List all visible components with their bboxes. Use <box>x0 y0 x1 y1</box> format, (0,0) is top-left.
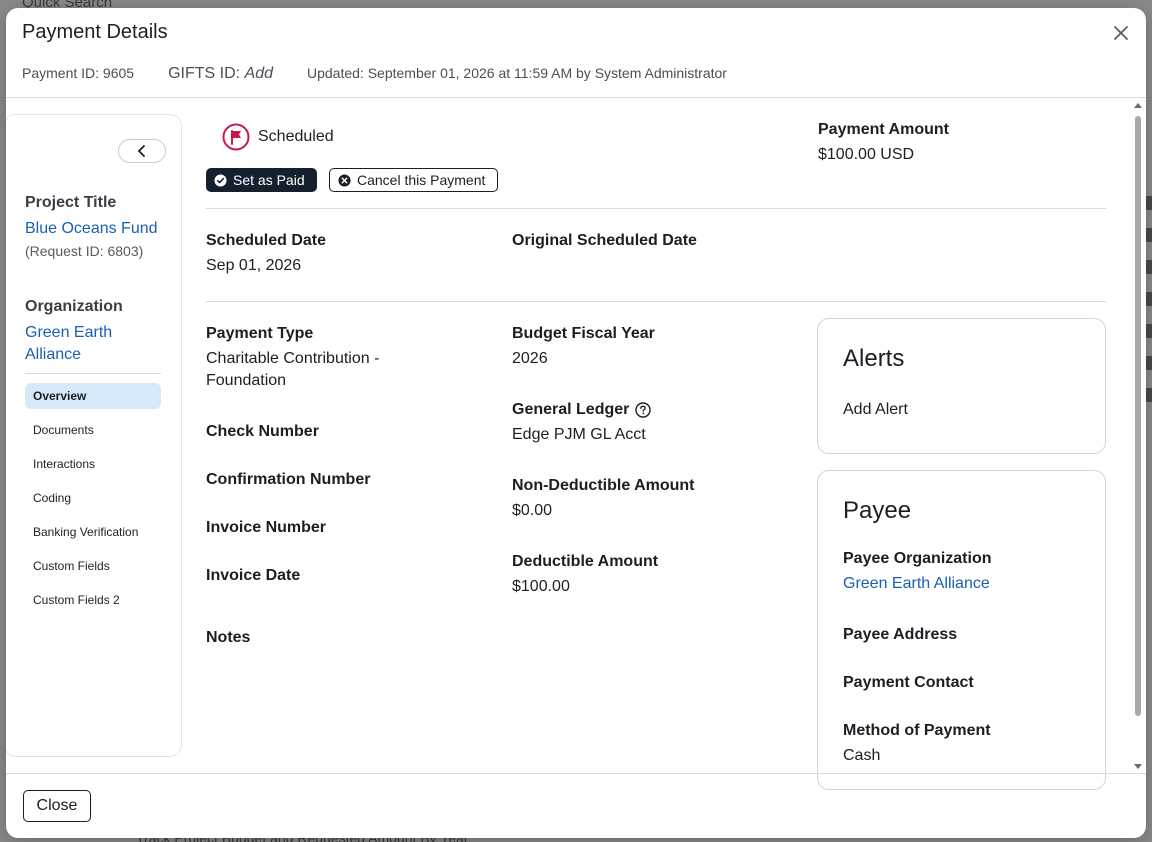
gifts-id: GIFTS ID: Add <box>168 65 273 83</box>
budget-fiscal-year-label: Budget Fiscal Year <box>512 325 655 342</box>
gifts-id-label: GIFTS ID: <box>168 65 241 82</box>
status-text: Scheduled <box>258 128 334 145</box>
sidebar-divider <box>25 373 161 374</box>
non-deductible-amount-label: Non-Deductible Amount <box>512 477 695 494</box>
updated-info: Updated: September 01, 2026 at 11:59 AM … <box>306 65 727 81</box>
alerts-title: Alerts <box>843 345 905 372</box>
background-fragment <box>1146 228 1152 242</box>
scheduled-date-value: Sep 01, 2026 <box>206 257 302 274</box>
check-number-label: Check Number <box>206 423 319 440</box>
sidebar-item-coding[interactable]: Coding <box>25 485 161 511</box>
original-scheduled-date-label: Original Scheduled Date <box>512 232 697 249</box>
x-circle-icon <box>338 173 351 187</box>
set-as-paid-label: Set as Paid <box>233 172 305 188</box>
sidebar: Project Title Blue Oceans Fund (Request … <box>6 114 182 757</box>
sidebar-item-banking-verification[interactable]: Banking Verification <box>25 519 161 545</box>
sidebar-item-overview[interactable]: Overview <box>25 383 161 409</box>
background-fragment <box>1146 196 1152 210</box>
content-scrollbar[interactable] <box>1132 100 1144 772</box>
invoice-number-label: Invoice Number <box>206 519 327 536</box>
general-ledger-field: General Ledger <box>512 401 652 419</box>
background-fragment <box>1146 388 1152 402</box>
cancel-payment-label: Cancel this Payment <box>357 172 486 188</box>
payee-title: Payee <box>843 497 912 524</box>
confirmation-number-label: Confirmation Number <box>206 471 371 488</box>
set-as-paid-button[interactable]: Set as Paid <box>206 168 317 192</box>
modal-title: Payment Details <box>22 21 168 43</box>
close-button[interactable]: Close <box>23 790 91 822</box>
gifts-id-add-link[interactable]: Add <box>245 65 273 82</box>
deductible-amount-value: $100.00 <box>512 578 570 595</box>
notes-label: Notes <box>206 629 251 646</box>
project-info: Blue Oceans Fund (Request ID: 6803) <box>25 218 165 263</box>
close-icon[interactable] <box>1112 24 1130 42</box>
payment-details-modal: Payment Details Payment ID: 9605 GIFTS I… <box>6 8 1146 838</box>
organization-link[interactable]: Green Earth Alliance <box>25 322 165 366</box>
background-fragment <box>1146 324 1152 338</box>
alerts-card: Alerts Add Alert <box>817 318 1106 454</box>
section-divider <box>206 208 1106 209</box>
project-title-label: Project Title <box>25 194 117 211</box>
payment-id: Payment ID: 9605 <box>22 65 135 81</box>
sidebar-item-custom-fields-2[interactable]: Custom Fields 2 <box>25 587 161 613</box>
payment-status: Scheduled <box>222 123 334 151</box>
payment-meta-row: Payment ID: 9605 GIFTS ID: Add Updated: … <box>22 65 727 83</box>
footer-divider <box>6 773 1146 774</box>
scheduled-date-label: Scheduled Date <box>206 232 327 249</box>
scrollbar-thumb[interactable] <box>1135 116 1141 716</box>
payee-card: Payee Payee Organization Green Earth All… <box>817 470 1106 790</box>
payee-organization-label: Payee Organization <box>843 550 992 567</box>
flag-icon <box>222 123 250 151</box>
add-alert-link[interactable]: Add Alert <box>843 399 908 421</box>
project-link[interactable]: Blue Oceans Fund <box>25 220 158 237</box>
sidebar-item-custom-fields[interactable]: Custom Fields <box>25 553 161 579</box>
general-ledger-label: General Ledger <box>512 401 630 418</box>
scroll-down-icon[interactable] <box>1132 762 1144 772</box>
background-fragment <box>1146 260 1152 274</box>
payment-amount-label: Payment Amount <box>818 121 949 138</box>
request-id: (Request ID: 6803) <box>25 243 144 259</box>
background-fragment <box>1146 356 1152 370</box>
payee-organization-link[interactable]: Green Earth Alliance <box>843 573 990 595</box>
scroll-up-icon[interactable] <box>1132 100 1144 110</box>
cancel-payment-button[interactable]: Cancel this Payment <box>329 168 499 192</box>
general-ledger-value: Edge PJM GL Acct <box>512 426 646 443</box>
method-of-payment-label: Method of Payment <box>843 722 991 739</box>
sidebar-item-documents[interactable]: Documents <box>25 417 161 443</box>
organization-label: Organization <box>25 298 123 315</box>
deductible-amount-label: Deductible Amount <box>512 553 659 570</box>
sidebar-item-interactions[interactable]: Interactions <box>25 451 161 477</box>
invoice-date-label: Invoice Date <box>206 567 301 584</box>
section-divider <box>206 301 1106 302</box>
non-deductible-amount-value: $0.00 <box>512 502 553 519</box>
payee-address-label: Payee Address <box>843 626 958 643</box>
payment-type-value: Charitable Contribution - Foundation <box>206 350 380 389</box>
method-of-payment-value: Cash <box>843 747 881 764</box>
payment-overview: Scheduled Set as Paid Cancel this Paymen… <box>206 108 1110 790</box>
budget-fiscal-year-value: 2026 <box>512 350 548 367</box>
collapse-sidebar-button[interactable] <box>118 139 166 163</box>
payment-amount-value: $100.00 USD <box>818 146 915 163</box>
payment-contact-label: Payment Contact <box>843 674 974 691</box>
help-icon[interactable] <box>635 402 652 418</box>
check-circle-icon <box>214 173 227 187</box>
payment-type-label: Payment Type <box>206 325 314 342</box>
chevron-left-icon <box>138 145 145 157</box>
background-fragment <box>1146 292 1152 306</box>
header-divider <box>6 97 1146 98</box>
